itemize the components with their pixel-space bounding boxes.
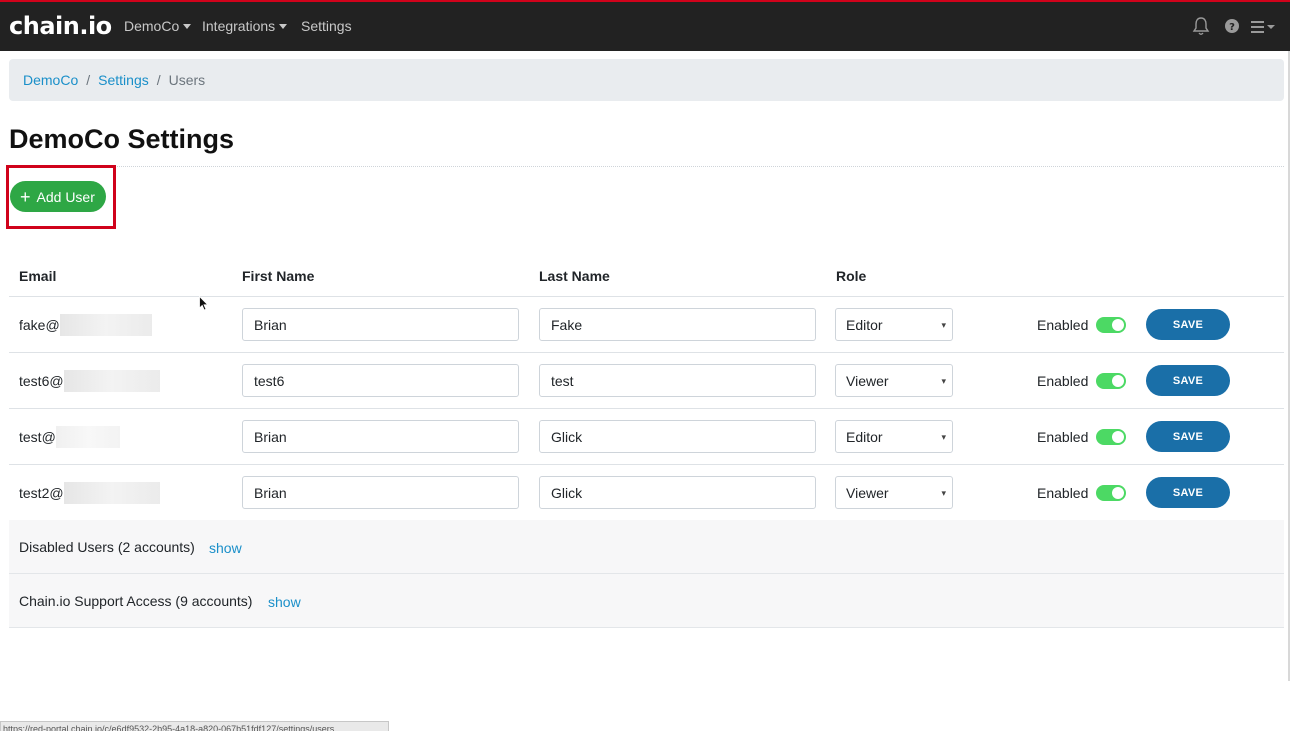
email-text: fake@ — [19, 317, 60, 334]
breadcrumb-democo[interactable]: DemoCo — [23, 72, 78, 88]
page-title: DemoCo Settings — [9, 124, 235, 154]
role-select[interactable]: Editor ▾ — [835, 308, 953, 341]
last-name-input[interactable]: test — [539, 364, 816, 397]
plus-icon: + — [20, 186, 31, 207]
mouse-cursor-icon — [199, 295, 209, 316]
nav-democo-label: DemoCo — [124, 18, 180, 34]
toggle-knob — [1112, 431, 1124, 443]
toggle-knob — [1112, 487, 1124, 499]
first-name-input[interactable]: Brian — [242, 420, 519, 453]
support-access-section: Chain.io Support Access (9 accounts) sho… — [9, 574, 1284, 628]
enabled-toggle[interactable] — [1096, 317, 1126, 333]
add-user-label: Add User — [36, 188, 95, 205]
redacted-email-domain — [59, 314, 152, 336]
chevron-down-icon: ▾ — [941, 432, 946, 442]
column-header-email: Email — [19, 268, 57, 284]
column-header-role: Role — [836, 268, 867, 284]
svg-text:?: ? — [1229, 22, 1235, 33]
caret-down-icon — [183, 23, 192, 29]
redacted-email-domain — [63, 370, 160, 392]
toggle-knob — [1112, 375, 1124, 387]
email-text: test2@ — [19, 485, 64, 502]
table-row: test6@ test6 test Viewer ▾ Enabled SAVE — [9, 353, 1284, 409]
email-text: test6@ — [19, 373, 64, 390]
chevron-down-icon: ▾ — [941, 320, 946, 330]
role-value: Editor — [846, 429, 883, 445]
save-button[interactable]: SAVE — [1146, 477, 1230, 508]
email-text: test@ — [19, 429, 56, 446]
email-cell: test@ — [19, 426, 120, 448]
email-cell: test2@ — [19, 482, 160, 504]
enabled-toggle[interactable] — [1096, 373, 1126, 389]
breadcrumb-separator: / — [86, 72, 91, 88]
logo-text: chain.io — [9, 12, 112, 40]
hamburger-menu-icon[interactable] — [1251, 20, 1277, 39]
nav-settings-link[interactable]: Settings — [301, 18, 352, 34]
role-select[interactable]: Editor ▾ — [835, 420, 953, 453]
breadcrumb-separator: / — [156, 72, 161, 88]
nav-democo-dropdown[interactable]: DemoCo — [124, 18, 192, 34]
enabled-label: Enabled — [1037, 317, 1089, 333]
chevron-down-icon: ▾ — [941, 376, 946, 386]
first-name-input[interactable]: Brian — [242, 308, 519, 341]
table-row: test@ Brian Glick Editor ▾ Enabled SAVE — [9, 409, 1284, 465]
nav-settings-label: Settings — [301, 18, 352, 34]
nav-integrations-label: Integrations — [202, 18, 276, 34]
save-button[interactable]: SAVE — [1146, 421, 1230, 452]
column-header-first-name: First Name — [242, 268, 315, 284]
last-name-input[interactable]: Glick — [539, 420, 816, 453]
breadcrumb: DemoCo / Settings / Users — [9, 59, 1284, 101]
enabled-toggle[interactable] — [1096, 485, 1126, 501]
enabled-toggle[interactable] — [1096, 429, 1126, 445]
first-name-input[interactable]: test6 — [242, 364, 519, 397]
table-row: test2@ Brian Glick Viewer ▾ Enabled SAVE — [9, 465, 1284, 521]
status-bar-url: https://red-portal.chain.io/c/e6df9532-2… — [0, 721, 389, 731]
role-select[interactable]: Viewer ▾ — [835, 364, 953, 397]
email-cell: fake@ — [19, 314, 152, 336]
add-user-button[interactable]: + Add User — [10, 181, 106, 212]
breadcrumb-current: Users — [168, 72, 206, 88]
bell-icon[interactable] — [1192, 16, 1210, 41]
save-button[interactable]: SAVE — [1146, 309, 1230, 340]
role-value: Viewer — [846, 373, 889, 389]
top-navbar: chain.io DemoCo Integrations Settings ? — [0, 0, 1290, 51]
nav-integrations-dropdown[interactable]: Integrations — [202, 18, 288, 34]
chevron-down-icon: ▾ — [941, 488, 946, 498]
last-name-input[interactable]: Fake — [539, 308, 816, 341]
role-value: Viewer — [846, 485, 889, 501]
caret-down-icon — [279, 23, 288, 29]
help-icon[interactable]: ? — [1225, 19, 1239, 38]
enabled-label: Enabled — [1037, 485, 1089, 501]
show-support-access-link[interactable]: show — [268, 594, 301, 610]
column-header-last-name: Last Name — [539, 268, 610, 284]
save-button[interactable]: SAVE — [1146, 365, 1230, 396]
redacted-email-domain — [63, 482, 160, 504]
show-disabled-users-link[interactable]: show — [209, 540, 242, 556]
chain-io-logo[interactable]: chain.io — [9, 12, 112, 40]
support-access-label: Chain.io Support Access (9 accounts) — [19, 593, 253, 609]
enabled-label: Enabled — [1037, 373, 1089, 389]
email-cell: test6@ — [19, 370, 160, 392]
role-value: Editor — [846, 317, 883, 333]
disabled-users-label: Disabled Users (2 accounts) — [19, 539, 195, 555]
toggle-knob — [1112, 319, 1124, 331]
enabled-label: Enabled — [1037, 429, 1089, 445]
first-name-input[interactable]: Brian — [242, 476, 519, 509]
last-name-input[interactable]: Glick — [539, 476, 816, 509]
redacted-email-domain — [55, 426, 120, 448]
disabled-users-section: Disabled Users (2 accounts) show — [9, 520, 1284, 574]
title-divider — [9, 166, 1284, 167]
role-select[interactable]: Viewer ▾ — [835, 476, 953, 509]
breadcrumb-settings[interactable]: Settings — [98, 72, 149, 88]
